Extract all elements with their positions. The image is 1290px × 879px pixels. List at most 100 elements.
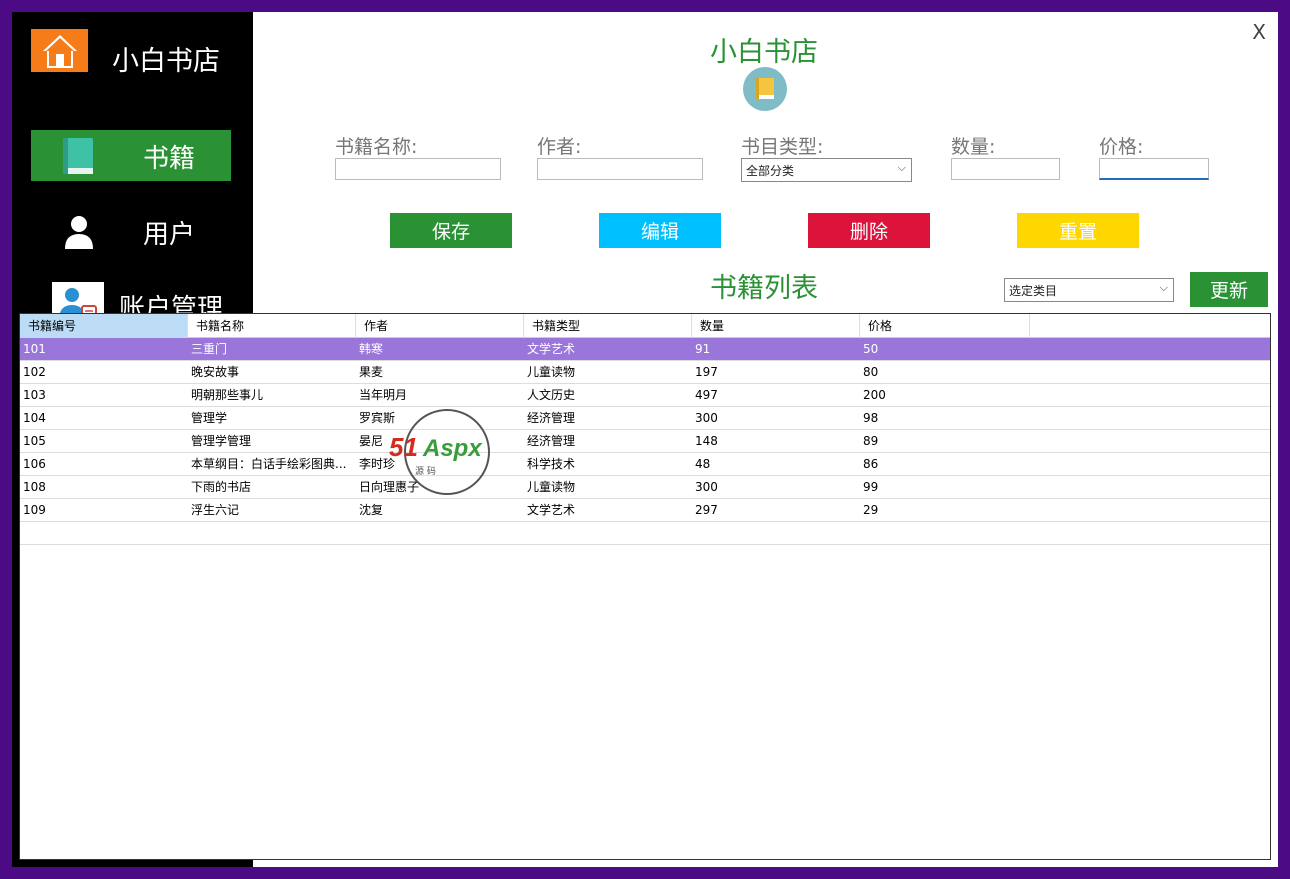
quantity-field[interactable] xyxy=(951,158,1060,180)
user-icon xyxy=(62,214,96,250)
column-header[interactable]: 书籍名称 xyxy=(188,314,356,338)
book-id-cell: 105 xyxy=(23,434,46,448)
author-cell: 晏尼 xyxy=(359,434,384,448)
book-id-cell: 101 xyxy=(23,342,46,356)
category-cell: 经济管理 xyxy=(527,434,576,448)
name-field[interactable] xyxy=(335,158,501,180)
category-cell: 人文历史 xyxy=(527,388,576,402)
book-name-cell: 晚安故事 xyxy=(191,365,240,379)
author-cell: 韩寒 xyxy=(359,342,384,356)
category-cell: 儿童读物 xyxy=(527,480,576,494)
book-name-cell: 管理学 xyxy=(191,411,228,425)
quantity-cell: 300 xyxy=(695,480,718,494)
quantity-cell: 300 xyxy=(695,411,718,425)
category-cell: 儿童读物 xyxy=(527,365,576,379)
category-cell: 科学技术 xyxy=(527,457,576,471)
quantity-cell: 197 xyxy=(695,365,718,379)
price-field[interactable] xyxy=(1099,158,1209,180)
quantity-cell: 91 xyxy=(695,342,711,356)
author-cell: 当年明月 xyxy=(359,388,408,402)
edit-button[interactable]: 编辑 xyxy=(599,213,721,248)
price-cell: 98 xyxy=(863,411,879,425)
save-button[interactable]: 保存 xyxy=(390,213,512,248)
table-row[interactable]: 106 本草纲目：白话手绘彩图典... 李时珍 科学技术 48 86 xyxy=(20,453,1270,476)
price-cell: 50 xyxy=(863,342,879,356)
column-header[interactable]: 数量 xyxy=(692,314,860,338)
reset-button[interactable]: 重置 xyxy=(1017,213,1139,248)
table-body: 101 三重门 韩寒 文学艺术 91 50 102 晚安故事 果麦 儿童读物 197 80 103 明朝那… xyxy=(20,338,1270,522)
price-cell: 86 xyxy=(863,457,879,471)
chevron-down-icon: ⌵ xyxy=(1159,281,1168,294)
author-cell: 果麦 xyxy=(359,365,384,379)
book-name-cell: 管理学管理 xyxy=(191,434,252,448)
refresh-button[interactable]: 更新 xyxy=(1190,272,1268,307)
book-id-cell: 106 xyxy=(23,457,46,471)
price-cell: 80 xyxy=(863,365,879,379)
quantity-cell: 297 xyxy=(695,503,718,517)
category-cell: 文学艺术 xyxy=(527,503,576,517)
column-header[interactable]: 价格 xyxy=(860,314,1030,338)
table-row[interactable]: 103 明朝那些事儿 当年明月 人文历史 497 200 xyxy=(20,384,1270,407)
books-table[interactable]: 书籍编号 书籍名称 作者 书籍类型 数量 价格 101 三重门 韩寒 文学艺术 91 50… xyxy=(19,313,1271,860)
app-name: 小白书店 xyxy=(112,46,220,77)
author-cell: 沈复 xyxy=(359,503,384,517)
category-label: 书目类型: xyxy=(741,136,824,158)
author-label: 作者: xyxy=(537,136,582,158)
quantity-cell: 48 xyxy=(695,457,711,471)
book-id-cell: 103 xyxy=(23,388,46,402)
price-cell: 89 xyxy=(863,434,879,448)
sidebar-item-label: 用户 xyxy=(143,220,196,250)
author-field[interactable] xyxy=(537,158,703,180)
book-id-cell: 104 xyxy=(23,411,46,425)
main-window: 小白书店 书籍 用户 账户管理 X 小白书店 书籍名称: 作者: 书目类型: 全… xyxy=(12,12,1278,867)
home-icon xyxy=(42,34,77,68)
price-cell: 29 xyxy=(863,503,879,517)
list-title: 书籍列表 xyxy=(710,273,818,304)
page-title: 小白书店 xyxy=(710,37,818,68)
category-filter-select[interactable]: 选定类目 ⌵ xyxy=(1004,278,1174,302)
book-name-cell: 三重门 xyxy=(191,342,228,356)
book-icon xyxy=(61,136,95,176)
author-cell: 李时珍 xyxy=(359,457,396,471)
book-id-cell: 108 xyxy=(23,480,46,494)
book-id-cell: 109 xyxy=(23,503,46,517)
author-cell: 罗宾斯 xyxy=(359,411,396,425)
book-icon xyxy=(743,67,787,111)
table-row[interactable]: 101 三重门 韩寒 文学艺术 91 50 xyxy=(20,338,1270,361)
column-header[interactable]: 书籍类型 xyxy=(524,314,692,338)
quantity-cell: 148 xyxy=(695,434,718,448)
book-name-cell: 下雨的书店 xyxy=(191,480,252,494)
quantity-label: 数量: xyxy=(951,136,996,158)
table-row[interactable]: 105 管理学管理 晏尼 经济管理 148 89 xyxy=(20,430,1270,453)
quantity-cell: 497 xyxy=(695,388,718,402)
price-cell: 200 xyxy=(863,388,886,402)
sidebar-item-label: 书籍 xyxy=(143,144,196,174)
book-name-cell: 浮生六记 xyxy=(191,503,240,517)
table-row-empty[interactable] xyxy=(20,522,1270,545)
sidebar-item-books[interactable]: 书籍 xyxy=(31,130,231,181)
name-label: 书籍名称: xyxy=(335,136,418,158)
author-cell: 日向理惠子 xyxy=(359,480,420,494)
column-header[interactable]: 书籍编号 xyxy=(20,314,188,338)
price-label: 价格: xyxy=(1099,136,1144,158)
category-cell: 经济管理 xyxy=(527,411,576,425)
home-logo xyxy=(31,29,88,72)
table-row[interactable]: 109 浮生六记 沈复 文学艺术 297 29 xyxy=(20,499,1270,522)
table-row[interactable]: 102 晚安故事 果麦 儿童读物 197 80 xyxy=(20,361,1270,384)
table-header: 书籍编号 书籍名称 作者 书籍类型 数量 价格 xyxy=(20,314,1270,338)
category-cell: 文学艺术 xyxy=(527,342,576,356)
price-cell: 99 xyxy=(863,480,879,494)
sidebar-item-users[interactable]: 用户 xyxy=(31,206,231,257)
category-select-value: 全部分类 xyxy=(746,164,795,178)
delete-button[interactable]: 删除 xyxy=(808,213,930,248)
table-row[interactable]: 104 管理学 罗宾斯 经济管理 300 98 xyxy=(20,407,1270,430)
chevron-down-icon: ⌵ xyxy=(897,161,906,174)
category-select[interactable]: 全部分类 ⌵ xyxy=(741,158,912,182)
filter-select-value: 选定类目 xyxy=(1009,284,1058,298)
table-row[interactable]: 108 下雨的书店 日向理惠子 儿童读物 300 99 xyxy=(20,476,1270,499)
book-id-cell: 102 xyxy=(23,365,46,379)
book-name-cell: 明朝那些事儿 xyxy=(191,388,264,402)
column-header[interactable]: 作者 xyxy=(356,314,524,338)
close-icon[interactable]: X xyxy=(1252,20,1266,44)
book-name-cell: 本草纲目：白话手绘彩图典... xyxy=(191,457,347,471)
